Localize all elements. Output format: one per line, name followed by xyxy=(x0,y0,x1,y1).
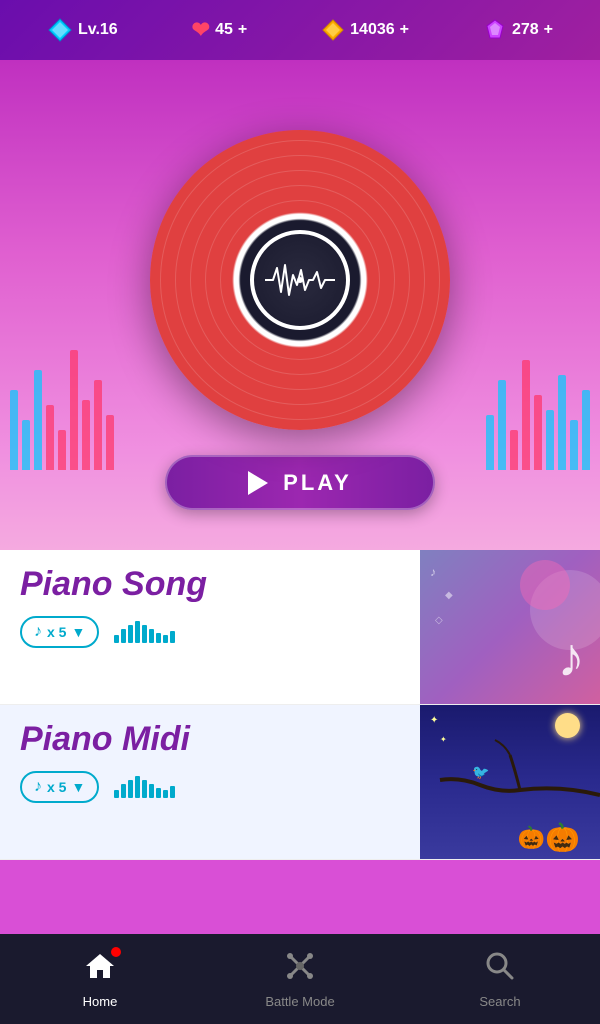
search-label: Search xyxy=(479,994,520,1009)
home-nav-icon xyxy=(84,950,116,989)
coins-count: 14036 xyxy=(350,21,395,39)
coins-plus[interactable]: + xyxy=(400,21,409,39)
play-button[interactable]: PLAY xyxy=(165,455,435,510)
piano-midi-note-badge[interactable]: ♪ x 5 ▼ xyxy=(20,771,99,803)
play-triangle-icon xyxy=(248,471,268,495)
piano-song-content: Piano Song ♪ x 5 ▼ xyxy=(20,565,580,648)
bottom-nav: Home Battle Mode Search xyxy=(0,934,600,1024)
piano-song-note-badge[interactable]: ♪ x 5 ▼ xyxy=(20,616,99,648)
music-note-icon-2: ♪ xyxy=(34,778,42,796)
play-label: PLAY xyxy=(283,470,352,496)
notification-dot xyxy=(111,947,121,957)
vinyl-center xyxy=(250,230,350,330)
nav-home[interactable]: Home xyxy=(1,950,199,1009)
equalizer-icon[interactable] xyxy=(114,621,175,643)
hero-section: PLAY xyxy=(0,60,600,550)
coins-stat: 14036 + xyxy=(321,18,409,42)
nav-battle[interactable]: Battle Mode xyxy=(201,950,399,1009)
heart-icon: ❤ xyxy=(192,17,210,43)
hearts-count: 45 xyxy=(215,21,233,39)
search-nav-icon xyxy=(484,950,516,989)
vinyl-record xyxy=(150,130,450,430)
piano-midi-card[interactable]: Piano Midi ♪ x 5 ▼ xyxy=(0,705,600,860)
top-bar: Lv.16 ❤ 45 + 14036 + 278 + xyxy=(0,0,600,60)
gems-stat: 278 + xyxy=(483,18,553,42)
battle-icon xyxy=(284,950,316,982)
home-label: Home xyxy=(83,994,118,1009)
waveform-icon xyxy=(265,260,335,300)
battle-nav-icon xyxy=(284,950,316,989)
hearts-stat: ❤ 45 + xyxy=(192,17,248,43)
level-label: Lv.16 xyxy=(78,21,118,39)
gem-icon xyxy=(483,18,507,42)
battle-label: Battle Mode xyxy=(265,994,334,1009)
gems-count: 278 xyxy=(512,21,539,39)
chevron-down-icon: ▼ xyxy=(71,624,85,640)
piano-song-title: Piano Song xyxy=(20,565,580,604)
coin-icon xyxy=(321,18,345,42)
piano-midi-content: Piano Midi ♪ x 5 ▼ xyxy=(20,720,580,803)
piano-midi-title: Piano Midi xyxy=(20,720,580,759)
cards-section: Piano Song ♪ x 5 ▼ xyxy=(0,550,600,860)
equalizer-icon-2[interactable] xyxy=(114,776,175,798)
piano-song-card[interactable]: Piano Song ♪ x 5 ▼ xyxy=(0,550,600,705)
search-icon xyxy=(484,950,516,982)
note-count-label: x 5 xyxy=(47,624,66,640)
hearts-plus[interactable]: + xyxy=(238,21,247,39)
gems-plus[interactable]: + xyxy=(544,21,553,39)
note-count-label-2: x 5 xyxy=(47,779,66,795)
level-diamond-icon xyxy=(47,17,73,43)
piano-song-controls: ♪ x 5 ▼ xyxy=(20,616,580,648)
nav-search[interactable]: Search xyxy=(401,950,599,1009)
music-note-icon: ♪ xyxy=(34,623,42,641)
level-stat: Lv.16 xyxy=(47,17,118,43)
eq-bars-right xyxy=(486,360,590,470)
pumpkin-icon-2: 🎃 xyxy=(518,825,545,851)
pumpkin-icon: 🎃 xyxy=(545,821,580,854)
piano-midi-controls: ♪ x 5 ▼ xyxy=(20,771,580,803)
eq-bars-left xyxy=(10,350,114,470)
chevron-down-icon-2: ▼ xyxy=(71,779,85,795)
